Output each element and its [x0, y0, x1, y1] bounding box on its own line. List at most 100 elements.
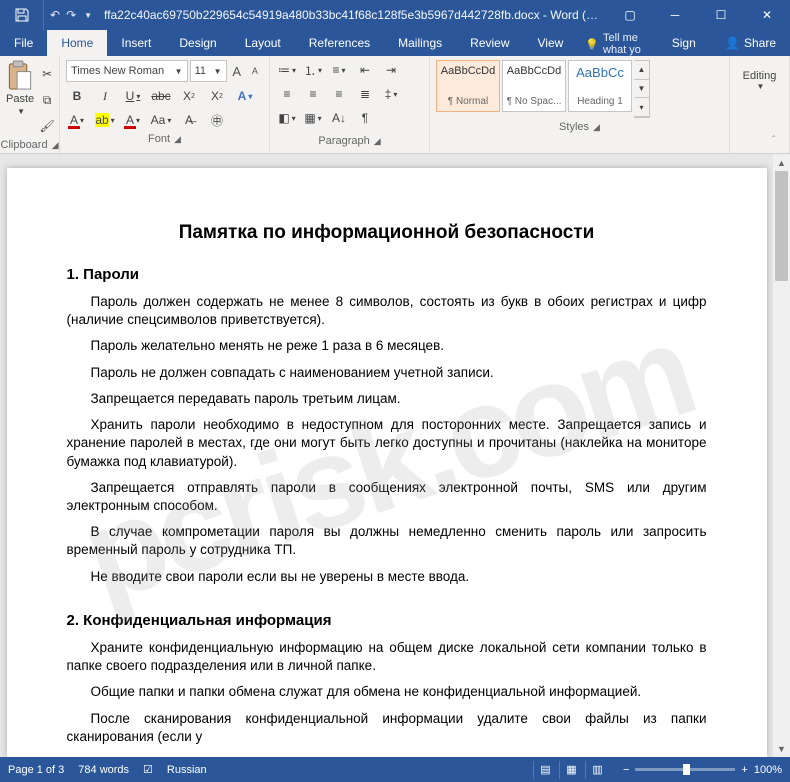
vertical-scrollbar[interactable]: ▲ ▼ — [773, 154, 790, 757]
superscript-button[interactable]: X2 — [206, 86, 228, 106]
web-layout-icon[interactable]: ▥ — [585, 761, 609, 779]
cut-icon[interactable]: ✂ — [36, 64, 58, 84]
tab-mailings[interactable]: Mailings — [384, 30, 456, 56]
zoom-slider-thumb[interactable] — [683, 764, 690, 775]
tell-me-search[interactable]: 💡Tell me what yo — [577, 32, 657, 56]
word-count[interactable]: 784 words — [78, 764, 129, 776]
styles-gallery-scroll[interactable]: ▲ ▼ ▾ — [634, 60, 650, 118]
copy-icon[interactable]: ⧉ — [36, 90, 58, 110]
tab-view[interactable]: View — [524, 30, 578, 56]
strikethrough-button[interactable]: abc — [150, 86, 172, 106]
subscript-button[interactable]: X2 — [178, 86, 200, 106]
highlight-button[interactable]: ab▾ — [94, 110, 116, 130]
tab-references[interactable]: References — [295, 30, 384, 56]
show-marks-icon[interactable]: ¶ — [354, 108, 376, 128]
document-area[interactable]: pcrisk.com Памятка по информационной без… — [0, 154, 773, 757]
font-label: Font — [148, 130, 170, 148]
clear-formatting-icon[interactable]: A̶ — [178, 110, 200, 130]
paste-button[interactable]: Paste ▼ — [6, 60, 34, 116]
font-color2-button[interactable]: A▾ — [122, 110, 144, 130]
group-clipboard: Paste ▼ ✂ ⧉ 🖌 Clipboard◢ — [0, 56, 60, 153]
align-left-button[interactable]: ≡ — [276, 84, 298, 104]
editing-button[interactable]: Editing ▼ — [736, 70, 783, 91]
paragraph-label: Paragraph — [318, 132, 369, 150]
italic-button[interactable]: I — [94, 86, 116, 106]
scroll-down-icon[interactable]: ▼ — [773, 740, 790, 757]
styles-more-icon[interactable]: ▾ — [634, 98, 649, 117]
tab-home[interactable]: Home — [47, 30, 107, 56]
enclose-characters-icon[interactable]: ㊥ — [206, 110, 228, 130]
minimize-button[interactable]: ─ — [652, 0, 698, 30]
quick-access-toolbar: ↶ ↷ ▼ — [44, 8, 98, 22]
paragraph-launcher-icon[interactable]: ◢ — [374, 132, 381, 150]
scroll-up-icon[interactable]: ▲ — [773, 154, 790, 171]
share-button[interactable]: 👤Share — [711, 30, 790, 56]
tab-insert[interactable]: Insert — [107, 30, 165, 56]
section2-heading: 2. Конфиденциальная информация — [67, 612, 707, 629]
save-button[interactable] — [0, 0, 44, 30]
zoom-level[interactable]: 100% — [754, 764, 782, 776]
share-icon: 👤 — [725, 36, 740, 50]
maximize-button[interactable]: ☐ — [698, 0, 744, 30]
borders-button[interactable]: ▦▾ — [302, 108, 324, 128]
font-size-combo[interactable]: 11▼ — [190, 60, 227, 82]
multilevel-button[interactable]: ≡▾ — [328, 60, 350, 80]
page-count[interactable]: Page 1 of 3 — [8, 764, 64, 776]
styles-down-icon[interactable]: ▼ — [634, 80, 649, 99]
styles-label: Styles — [559, 118, 589, 136]
redo-icon[interactable]: ↷ — [66, 8, 76, 22]
underline-button[interactable]: U▾ — [122, 86, 144, 106]
align-right-button[interactable]: ≡ — [328, 84, 350, 104]
text-effects-icon[interactable]: A▾ — [234, 86, 256, 106]
font-launcher-icon[interactable]: ◢ — [174, 130, 181, 148]
close-button[interactable]: ✕ — [744, 0, 790, 30]
line-spacing-button[interactable]: ‡▾ — [380, 84, 402, 104]
sort-icon[interactable]: A↓ — [328, 108, 350, 128]
style-heading1[interactable]: AaBbCc Heading 1 — [568, 60, 632, 112]
tab-review[interactable]: Review — [456, 30, 523, 56]
language-status[interactable]: Russian — [167, 764, 207, 776]
align-center-button[interactable]: ≡ — [302, 84, 324, 104]
font-color-button[interactable]: A▾ — [66, 110, 88, 130]
numbering-button[interactable]: ⒈▾ — [302, 60, 324, 80]
collapse-ribbon-icon[interactable]: ˆ — [772, 135, 786, 149]
format-painter-icon[interactable]: 🖌 — [36, 116, 58, 136]
spellcheck-icon[interactable]: ☑ — [143, 763, 153, 776]
decrease-indent-icon[interactable]: ⇤ — [354, 60, 376, 80]
clipboard-launcher-icon[interactable]: ◢ — [52, 136, 59, 154]
increase-indent-icon[interactable]: ⇥ — [380, 60, 402, 80]
bullets-button[interactable]: ≔▾ — [276, 60, 298, 80]
group-styles: AaBbCcDd ¶ Normal AaBbCcDd ¶ No Spac... … — [430, 56, 730, 153]
scroll-thumb[interactable] — [775, 171, 788, 281]
ribbon-options-icon[interactable]: ▢ — [608, 8, 652, 22]
zoom-in-button[interactable]: + — [741, 764, 747, 776]
grow-font-icon[interactable]: A — [229, 60, 245, 82]
tab-design[interactable]: Design — [165, 30, 230, 56]
paste-dropdown-icon[interactable]: ▼ — [17, 107, 25, 116]
styles-up-icon[interactable]: ▲ — [634, 61, 649, 80]
sign-in-link[interactable]: Sign in — [658, 30, 711, 56]
shrink-font-icon[interactable]: A — [247, 60, 263, 82]
scroll-track[interactable] — [773, 171, 790, 740]
doc-paragraph: Пароль желательно менять не реже 1 раза … — [67, 337, 707, 355]
zoom-slider[interactable] — [635, 768, 735, 771]
print-layout-icon[interactable]: ▦ — [559, 761, 583, 779]
doc-paragraph: После сканирования конфиденциальной инфо… — [67, 710, 707, 746]
statusbar: Page 1 of 3 784 words ☑ Russian ▤ ▦ ▥ − … — [0, 757, 790, 782]
justify-button[interactable]: ≣ — [354, 84, 376, 104]
font-name-combo[interactable]: Times New Roman▼ — [66, 60, 188, 82]
shading-button[interactable]: ◧▾ — [276, 108, 298, 128]
bold-button[interactable]: B — [66, 86, 88, 106]
change-case-button[interactable]: Aa▾ — [150, 110, 172, 130]
zoom-out-button[interactable]: − — [623, 764, 629, 776]
styles-launcher-icon[interactable]: ◢ — [593, 118, 600, 136]
style-no-spacing[interactable]: AaBbCcDd ¶ No Spac... — [502, 60, 566, 112]
group-paragraph: ≔▾ ⒈▾ ≡▾ ⇤ ⇥ ≡ ≡ ≡ ≣ ‡▾ ◧▾ ▦▾ A↓ ¶ Parag… — [270, 56, 430, 153]
document-page[interactable]: pcrisk.com Памятка по информационной без… — [7, 168, 767, 757]
style-normal[interactable]: AaBbCcDd ¶ Normal — [436, 60, 500, 112]
read-mode-icon[interactable]: ▤ — [533, 761, 557, 779]
tab-file[interactable]: File — [0, 30, 47, 56]
tab-layout[interactable]: Layout — [231, 30, 295, 56]
undo-icon[interactable]: ↶ — [50, 8, 60, 22]
qat-dropdown-icon[interactable]: ▼ — [84, 11, 92, 20]
